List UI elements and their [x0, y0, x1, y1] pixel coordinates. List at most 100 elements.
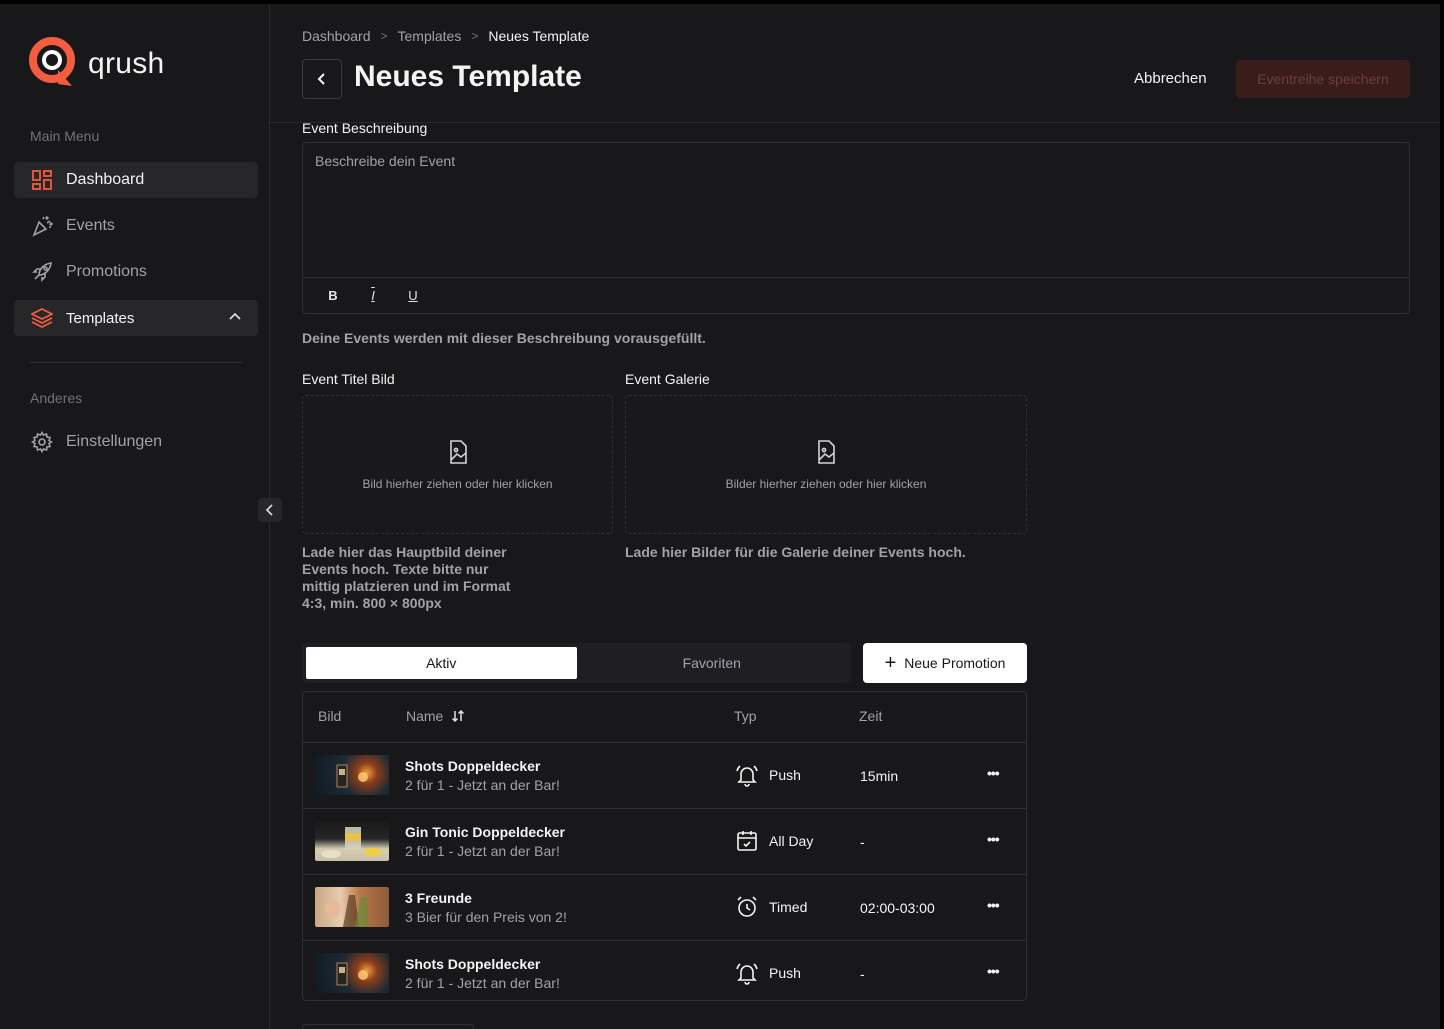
promotion-thumbnail [315, 821, 389, 861]
more-options-icon[interactable]: ••• [987, 897, 1000, 913]
back-button[interactable] [302, 59, 342, 99]
promotion-subtitle: 2 für 1 - Jetzt an der Bar! [405, 843, 560, 859]
new-promotion-label: Neue Promotion [904, 655, 1006, 671]
promotion-type: Push [735, 961, 801, 985]
title-image-dropzone[interactable]: Bild hierher ziehen oder hier klicken [302, 395, 613, 534]
promotion-name: Gin Tonic Doppeldecker [405, 824, 565, 840]
save-button[interactable]: Eventreihe speichern [1236, 60, 1410, 98]
column-header-name[interactable]: Name [406, 708, 465, 724]
bold-button[interactable]: B [319, 282, 347, 310]
promotion-type-label: All Day [769, 833, 814, 849]
gear-icon [30, 430, 54, 454]
chevron-left-icon [265, 504, 273, 516]
underline-button[interactable]: U [399, 282, 427, 310]
promotions-table: Bild Name Typ Zeit Shots Doppeldecker 2 … [302, 691, 1027, 1001]
sidebar-item-label: Templates [66, 309, 135, 327]
editor-toolbar: B I U [303, 277, 1409, 313]
promotion-name: 3 Freunde [405, 890, 472, 906]
page-title: Neues Template [354, 60, 582, 93]
page-header: Dashboard > Templates > Neues Template N… [270, 4, 1440, 123]
italic-button[interactable]: I [359, 282, 387, 310]
description-label: Event Beschreibung [302, 120, 428, 136]
promotion-time: - [860, 966, 865, 982]
table-row[interactable]: Shots Doppeldecker 2 für 1 - Jetzt an de… [303, 940, 1026, 1006]
sidebar: qrush Main Menu Dashboard Events Promoti… [0, 4, 270, 1029]
chevron-left-icon [317, 73, 325, 85]
table-row[interactable]: 3 Freunde 3 Bier für den Preis von 2! Ti… [303, 874, 1026, 940]
sidebar-item-promotions[interactable]: Promotions [14, 254, 258, 290]
new-promotion-button[interactable]: + Neue Promotion [863, 643, 1027, 683]
sidebar-item-templates[interactable]: Templates [14, 300, 258, 336]
sidebar-item-settings[interactable]: Einstellungen [14, 424, 258, 460]
alarm-clock-icon [735, 895, 759, 919]
breadcrumb-current: Neues Template [488, 28, 590, 44]
chevron-up-icon[interactable] [228, 310, 242, 328]
chevron-right-icon: > [380, 29, 388, 43]
sort-icon [452, 709, 465, 723]
dashboard-grid-icon [30, 168, 54, 192]
sidebar-item-events[interactable]: Events [14, 208, 258, 244]
plus-icon: + [884, 652, 897, 674]
helper-line: Lade hier das Hauptbild deiner [302, 544, 507, 560]
helper-line: Events hoch. Texte bitte nur [302, 561, 489, 577]
title-image-label: Event Titel Bild [302, 371, 395, 387]
chevron-right-icon: > [471, 29, 479, 43]
sidebar-item-label: Events [66, 217, 115, 234]
title-image-helper: Lade hier das Hauptbild deiner Events ho… [302, 544, 542, 612]
column-header-image: Bild [318, 708, 342, 724]
tab-favoriten[interactable]: Favoriten [577, 647, 848, 679]
next-section-edge [302, 1024, 474, 1029]
breadcrumb-dashboard[interactable]: Dashboard [302, 28, 371, 44]
column-header-type: Typ [734, 708, 757, 724]
column-header-time: Zeit [859, 708, 883, 724]
helper-line: 4:3, min. 800 × 800px [302, 595, 442, 611]
brand-logo[interactable]: qrush [28, 36, 165, 92]
dropzone-text: Bild hierher ziehen oder hier klicken [362, 477, 553, 491]
table-row[interactable]: Gin Tonic Doppeldecker 2 für 1 - Jetzt a… [303, 808, 1026, 874]
promotion-name: Shots Doppeldecker [405, 758, 541, 774]
promotion-type: Push [735, 763, 801, 787]
promotion-time: 15min [860, 768, 899, 784]
bell-ringing-icon [735, 763, 759, 787]
promotion-name: Shots Doppeldecker [405, 956, 541, 972]
sidebar-item-label: Promotions [66, 263, 147, 280]
sidebar-item-label: Dashboard [66, 171, 145, 188]
description-placeholder: Beschreibe dein Event [315, 153, 456, 169]
more-options-icon[interactable]: ••• [987, 831, 1000, 847]
app-window: qrush Main Menu Dashboard Events Promoti… [0, 4, 1440, 1029]
rocket-icon [30, 260, 54, 284]
image-file-icon [449, 440, 467, 464]
gallery-label: Event Galerie [625, 371, 710, 387]
breadcrumb-templates[interactable]: Templates [398, 28, 462, 44]
promotion-time: - [860, 834, 865, 850]
sidebar-item-dashboard[interactable]: Dashboard [14, 162, 258, 198]
promotion-type-label: Push [769, 767, 801, 783]
more-options-icon[interactable]: ••• [987, 765, 1000, 781]
description-helper: Deine Events werden mit dieser Beschreib… [302, 330, 706, 346]
promotion-type-label: Timed [769, 899, 808, 915]
promotion-thumbnail [315, 755, 389, 795]
brand-name: qrush [88, 47, 165, 80]
promotion-thumbnail [315, 953, 389, 993]
bell-ringing-icon [735, 961, 759, 985]
table-row[interactable]: Shots Doppeldecker 2 für 1 - Jetzt an de… [303, 742, 1026, 808]
promotion-subtitle: 2 für 1 - Jetzt an der Bar! [405, 975, 560, 991]
tab-aktiv[interactable]: Aktiv [306, 647, 577, 679]
dropzone-content: Bilder hierher ziehen oder hier klicken [626, 440, 1026, 491]
promotion-subtitle: 3 Bier für den Preis von 2! [405, 909, 567, 925]
calendar-check-icon [735, 829, 759, 853]
dropzone-content: Bild hierher ziehen oder hier klicken [303, 440, 612, 491]
layers-icon [30, 306, 54, 330]
sidebar-collapse-button[interactable] [258, 498, 282, 522]
promotion-type: Timed [735, 895, 807, 919]
promotion-tabs: Aktiv Favoriten [302, 643, 851, 683]
helper-line: mittig platzieren und im Format [302, 578, 511, 594]
promotion-subtitle: 2 für 1 - Jetzt an der Bar! [405, 777, 560, 793]
more-options-icon[interactable]: ••• [987, 963, 1000, 979]
description-editor[interactable]: Beschreibe dein Event B I U [302, 142, 1410, 314]
cancel-button[interactable]: Abbrechen [1134, 70, 1207, 87]
other-menu-label: Anderes [30, 390, 83, 406]
gallery-dropzone[interactable]: Bilder hierher ziehen oder hier klicken [625, 395, 1027, 534]
promotion-type: All Day [735, 829, 813, 853]
image-file-icon [818, 440, 835, 464]
